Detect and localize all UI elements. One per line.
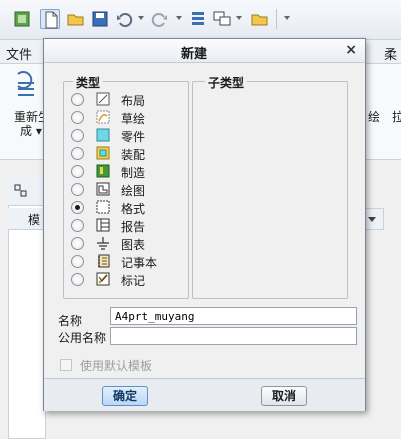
type-option-notebook[interactable]: 记事本 bbox=[64, 252, 174, 270]
type-option-diagram[interactable]: 图表 bbox=[64, 234, 174, 252]
type-label-format: 格式 bbox=[121, 202, 146, 216]
type-option-layout[interactable]: 布局 bbox=[64, 90, 174, 108]
subtype-group-label: 子类型 bbox=[205, 74, 248, 91]
redo-dropdown-icon[interactable] bbox=[176, 16, 182, 20]
common-name-label: 公用名称 bbox=[58, 331, 107, 345]
radio-report[interactable] bbox=[71, 219, 84, 232]
ribbon-right-label: 绘 bbox=[368, 110, 381, 124]
regenerate-menu-label[interactable]: 成 ▾ bbox=[20, 122, 42, 139]
radio-format[interactable] bbox=[71, 201, 84, 214]
open-folder-icon[interactable] bbox=[66, 9, 86, 29]
ok-button[interactable]: 确定 bbox=[102, 386, 148, 406]
dialog-title: 新建 bbox=[180, 47, 207, 62]
radio-assembly[interactable] bbox=[71, 147, 84, 160]
type-option-format[interactable]: 格式 bbox=[64, 198, 174, 216]
layout-icon bbox=[96, 92, 110, 106]
markup-icon bbox=[96, 272, 110, 286]
close-icon[interactable]: × bbox=[345, 42, 357, 58]
type-label-part: 零件 bbox=[121, 130, 146, 144]
windows-icon[interactable] bbox=[212, 9, 232, 29]
radio-markup[interactable] bbox=[71, 273, 84, 286]
type-group-label: 类型 bbox=[73, 74, 104, 91]
new-dialog: 新建 × 类型 布局 草绘 零件 装配 制造 绘图 格式 报告 图表 记事本 标… bbox=[43, 38, 366, 411]
radio-drawing[interactable] bbox=[71, 183, 84, 196]
type-label-sketch: 草绘 bbox=[121, 112, 146, 126]
name-input[interactable] bbox=[110, 307, 357, 325]
report-icon bbox=[96, 218, 110, 232]
quick-access-toolbar bbox=[0, 0, 401, 40]
use-default-template-checkbox[interactable] bbox=[60, 359, 72, 371]
type-group: 类型 布局 草绘 零件 装配 制造 绘图 格式 报告 图表 记事本 标记 bbox=[63, 74, 189, 299]
customize-toolbar-icon[interactable] bbox=[284, 16, 290, 20]
radio-notebook[interactable] bbox=[71, 255, 84, 268]
type-label-markup: 标记 bbox=[121, 274, 146, 288]
name-label: 名称 bbox=[58, 314, 83, 328]
type-label-assembly: 装配 bbox=[121, 148, 146, 162]
navigator-tabs bbox=[8, 176, 46, 206]
radio-layout[interactable] bbox=[71, 93, 84, 106]
part-icon bbox=[96, 128, 110, 142]
use-default-template-label: 使用默认模板 bbox=[80, 359, 153, 373]
model-tree-tab-icon[interactable] bbox=[14, 184, 28, 198]
type-label-report: 报告 bbox=[121, 220, 146, 234]
diagram-icon bbox=[97, 237, 109, 250]
radio-manufacturing[interactable] bbox=[71, 165, 84, 178]
radio-sketch[interactable] bbox=[71, 111, 84, 124]
type-option-part[interactable]: 零件 bbox=[64, 126, 174, 144]
regenerate-icon[interactable] bbox=[14, 68, 42, 104]
save-icon[interactable] bbox=[90, 9, 110, 29]
dialog-button-bar: 确定 取消 bbox=[44, 378, 365, 411]
notebook-icon bbox=[98, 254, 110, 268]
type-label-manufacturing: 制造 bbox=[121, 166, 146, 180]
drawing-icon bbox=[96, 182, 110, 196]
type-label-drawing: 绘图 bbox=[121, 184, 146, 198]
radio-part[interactable] bbox=[71, 129, 84, 142]
type-label-layout: 布局 bbox=[121, 94, 146, 108]
toolbar-separator bbox=[276, 9, 277, 29]
radio-diagram[interactable] bbox=[71, 237, 84, 250]
type-option-drawing[interactable]: 绘图 bbox=[64, 180, 174, 198]
undo-icon[interactable] bbox=[114, 9, 134, 29]
type-option-sketch[interactable]: 草绘 bbox=[64, 108, 174, 126]
new-file-icon[interactable] bbox=[40, 9, 60, 29]
type-label-notebook: 记事本 bbox=[121, 256, 158, 270]
sketch-icon bbox=[96, 110, 110, 124]
dialog-title-bar: 新建 × bbox=[44, 39, 365, 63]
type-option-manufacturing[interactable]: 制造 bbox=[64, 162, 174, 180]
type-label-diagram: 图表 bbox=[121, 238, 146, 252]
ribbon-right-label-2: 拉 bbox=[392, 110, 401, 124]
type-option-markup[interactable]: 标记 bbox=[64, 270, 174, 288]
window-icon[interactable] bbox=[12, 9, 32, 29]
manufacturing-icon bbox=[96, 164, 110, 178]
cancel-button[interactable]: 取消 bbox=[261, 386, 307, 406]
undo-dropdown-icon[interactable] bbox=[138, 16, 144, 20]
type-option-assembly[interactable]: 装配 bbox=[64, 144, 174, 162]
regenerate-icon[interactable] bbox=[188, 9, 208, 29]
redo-icon[interactable] bbox=[150, 9, 170, 29]
common-name-input[interactable] bbox=[110, 327, 357, 345]
format-icon bbox=[96, 200, 110, 214]
assembly-icon bbox=[96, 146, 110, 160]
tab-file[interactable]: 文件 bbox=[6, 44, 32, 63]
model-tree-header: 模 bbox=[8, 208, 46, 230]
subtype-group: 子类型 bbox=[192, 74, 348, 299]
type-option-report[interactable]: 报告 bbox=[64, 216, 174, 234]
folder-icon[interactable] bbox=[250, 9, 270, 29]
windows-dropdown-icon[interactable] bbox=[236, 16, 242, 20]
tab-flexible[interactable]: 柔 bbox=[384, 44, 397, 63]
